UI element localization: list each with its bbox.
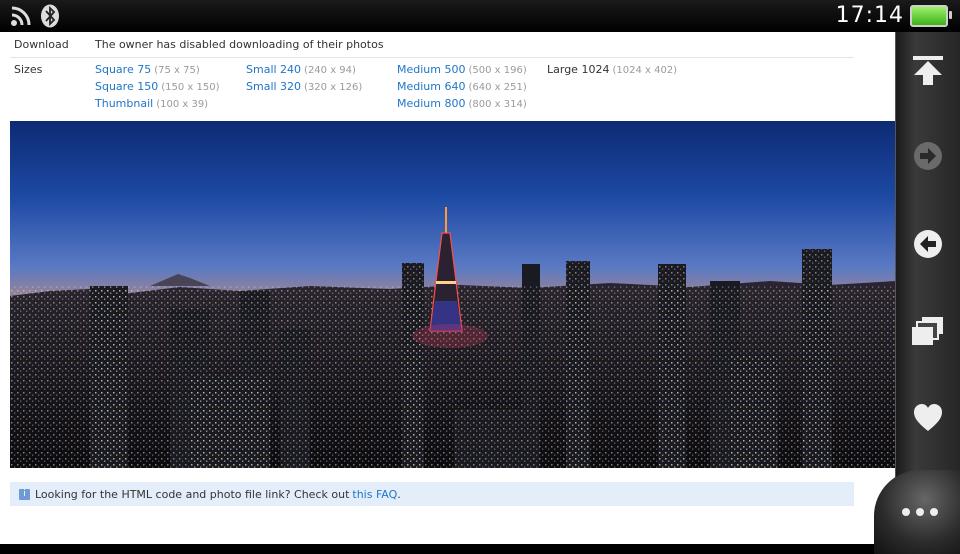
bluetooth-icon bbox=[41, 4, 59, 28]
sizes-column: Medium 500 (500 x 196) Medium 640 (640 x 2… bbox=[397, 62, 527, 113]
size-link[interactable]: Thumbnail bbox=[95, 97, 153, 110]
size-link[interactable]: Square 75 bbox=[95, 63, 151, 76]
sizes-column: Small 240 (240 x 94) Small 320 (320 x 126) bbox=[246, 62, 362, 96]
status-icons bbox=[10, 4, 60, 28]
more-options-button[interactable] bbox=[874, 470, 960, 554]
scroll-top-button[interactable] bbox=[904, 46, 952, 94]
size-dimensions: (1024 x 402) bbox=[612, 65, 678, 76]
size-dimensions: (800 x 314) bbox=[468, 99, 527, 110]
web-page: Download The owner has disabled download… bbox=[0, 32, 896, 544]
size-option[interactable]: Small 320 (320 x 126) bbox=[246, 79, 362, 96]
windows-button[interactable] bbox=[904, 308, 952, 356]
skyline-illustration bbox=[10, 207, 896, 468]
size-dimensions: (150 x 150) bbox=[161, 82, 220, 93]
sizes-column: Large 1024 (1024 x 402) bbox=[547, 62, 677, 79]
back-icon bbox=[914, 230, 942, 258]
size-dimensions: (75 x 75) bbox=[154, 65, 200, 76]
divider bbox=[10, 57, 854, 58]
scroll-top-icon bbox=[913, 56, 943, 85]
clock: 17:14 bbox=[835, 3, 904, 28]
sizes-column: Square 75 (75 x 75) Square 150 (150 x 150)… bbox=[95, 62, 219, 113]
forward-icon bbox=[914, 142, 942, 170]
windows-icon bbox=[912, 317, 943, 345]
size-option[interactable]: Medium 800 (800 x 314) bbox=[397, 96, 527, 113]
size-link[interactable]: Medium 800 bbox=[397, 97, 465, 110]
size-link[interactable]: Medium 500 bbox=[397, 63, 465, 76]
size-link[interactable]: Square 150 bbox=[95, 80, 158, 93]
faq-notice: i Looking for the HTML code and photo fi… bbox=[10, 482, 854, 506]
size-dimensions: (100 x 39) bbox=[156, 99, 209, 110]
size-option[interactable]: Small 240 (240 x 94) bbox=[246, 62, 362, 79]
size-link[interactable]: Small 240 bbox=[246, 63, 301, 76]
size-link[interactable]: Medium 640 bbox=[397, 80, 465, 93]
status-bar: 17:14 bbox=[0, 0, 960, 32]
faq-text: Looking for the HTML code and photo file… bbox=[35, 487, 350, 501]
more-options-icon bbox=[902, 508, 938, 516]
info-icon: i bbox=[19, 488, 30, 500]
size-option[interactable]: Square 75 (75 x 75) bbox=[95, 62, 219, 79]
size-option[interactable]: Medium 500 (500 x 196) bbox=[397, 62, 527, 79]
size-dimensions: (640 x 251) bbox=[468, 82, 527, 93]
size-dimensions: (240 x 94) bbox=[304, 65, 356, 76]
photo-tokyo-skyline[interactable] bbox=[10, 121, 896, 468]
size-dimensions: (320 x 126) bbox=[304, 82, 363, 93]
size-dimensions: (500 x 196) bbox=[468, 65, 527, 76]
faq-end: . bbox=[397, 487, 401, 501]
battery-icon bbox=[910, 4, 952, 27]
size-option[interactable]: Thumbnail (100 x 39) bbox=[95, 96, 219, 113]
forward-button[interactable] bbox=[904, 132, 952, 180]
bookmark-heart-icon bbox=[914, 404, 942, 431]
back-button[interactable] bbox=[904, 220, 952, 268]
size-option[interactable]: Medium 640 (640 x 251) bbox=[397, 79, 527, 96]
bookmark-button[interactable] bbox=[904, 394, 952, 442]
sizes-label: Sizes bbox=[14, 63, 43, 76]
size-option[interactable]: Square 150 (150 x 150) bbox=[95, 79, 219, 96]
wifi-icon bbox=[11, 6, 31, 26]
size-option-current: Large 1024 (1024 x 402) bbox=[547, 62, 677, 79]
download-label: Download bbox=[14, 38, 69, 51]
faq-link[interactable]: this FAQ bbox=[352, 488, 397, 501]
download-text: The owner has disabled downloading of th… bbox=[95, 38, 384, 51]
size-link[interactable]: Small 320 bbox=[246, 80, 301, 93]
browser-sidebar bbox=[874, 32, 960, 554]
size-current-label: Large 1024 bbox=[547, 63, 610, 76]
